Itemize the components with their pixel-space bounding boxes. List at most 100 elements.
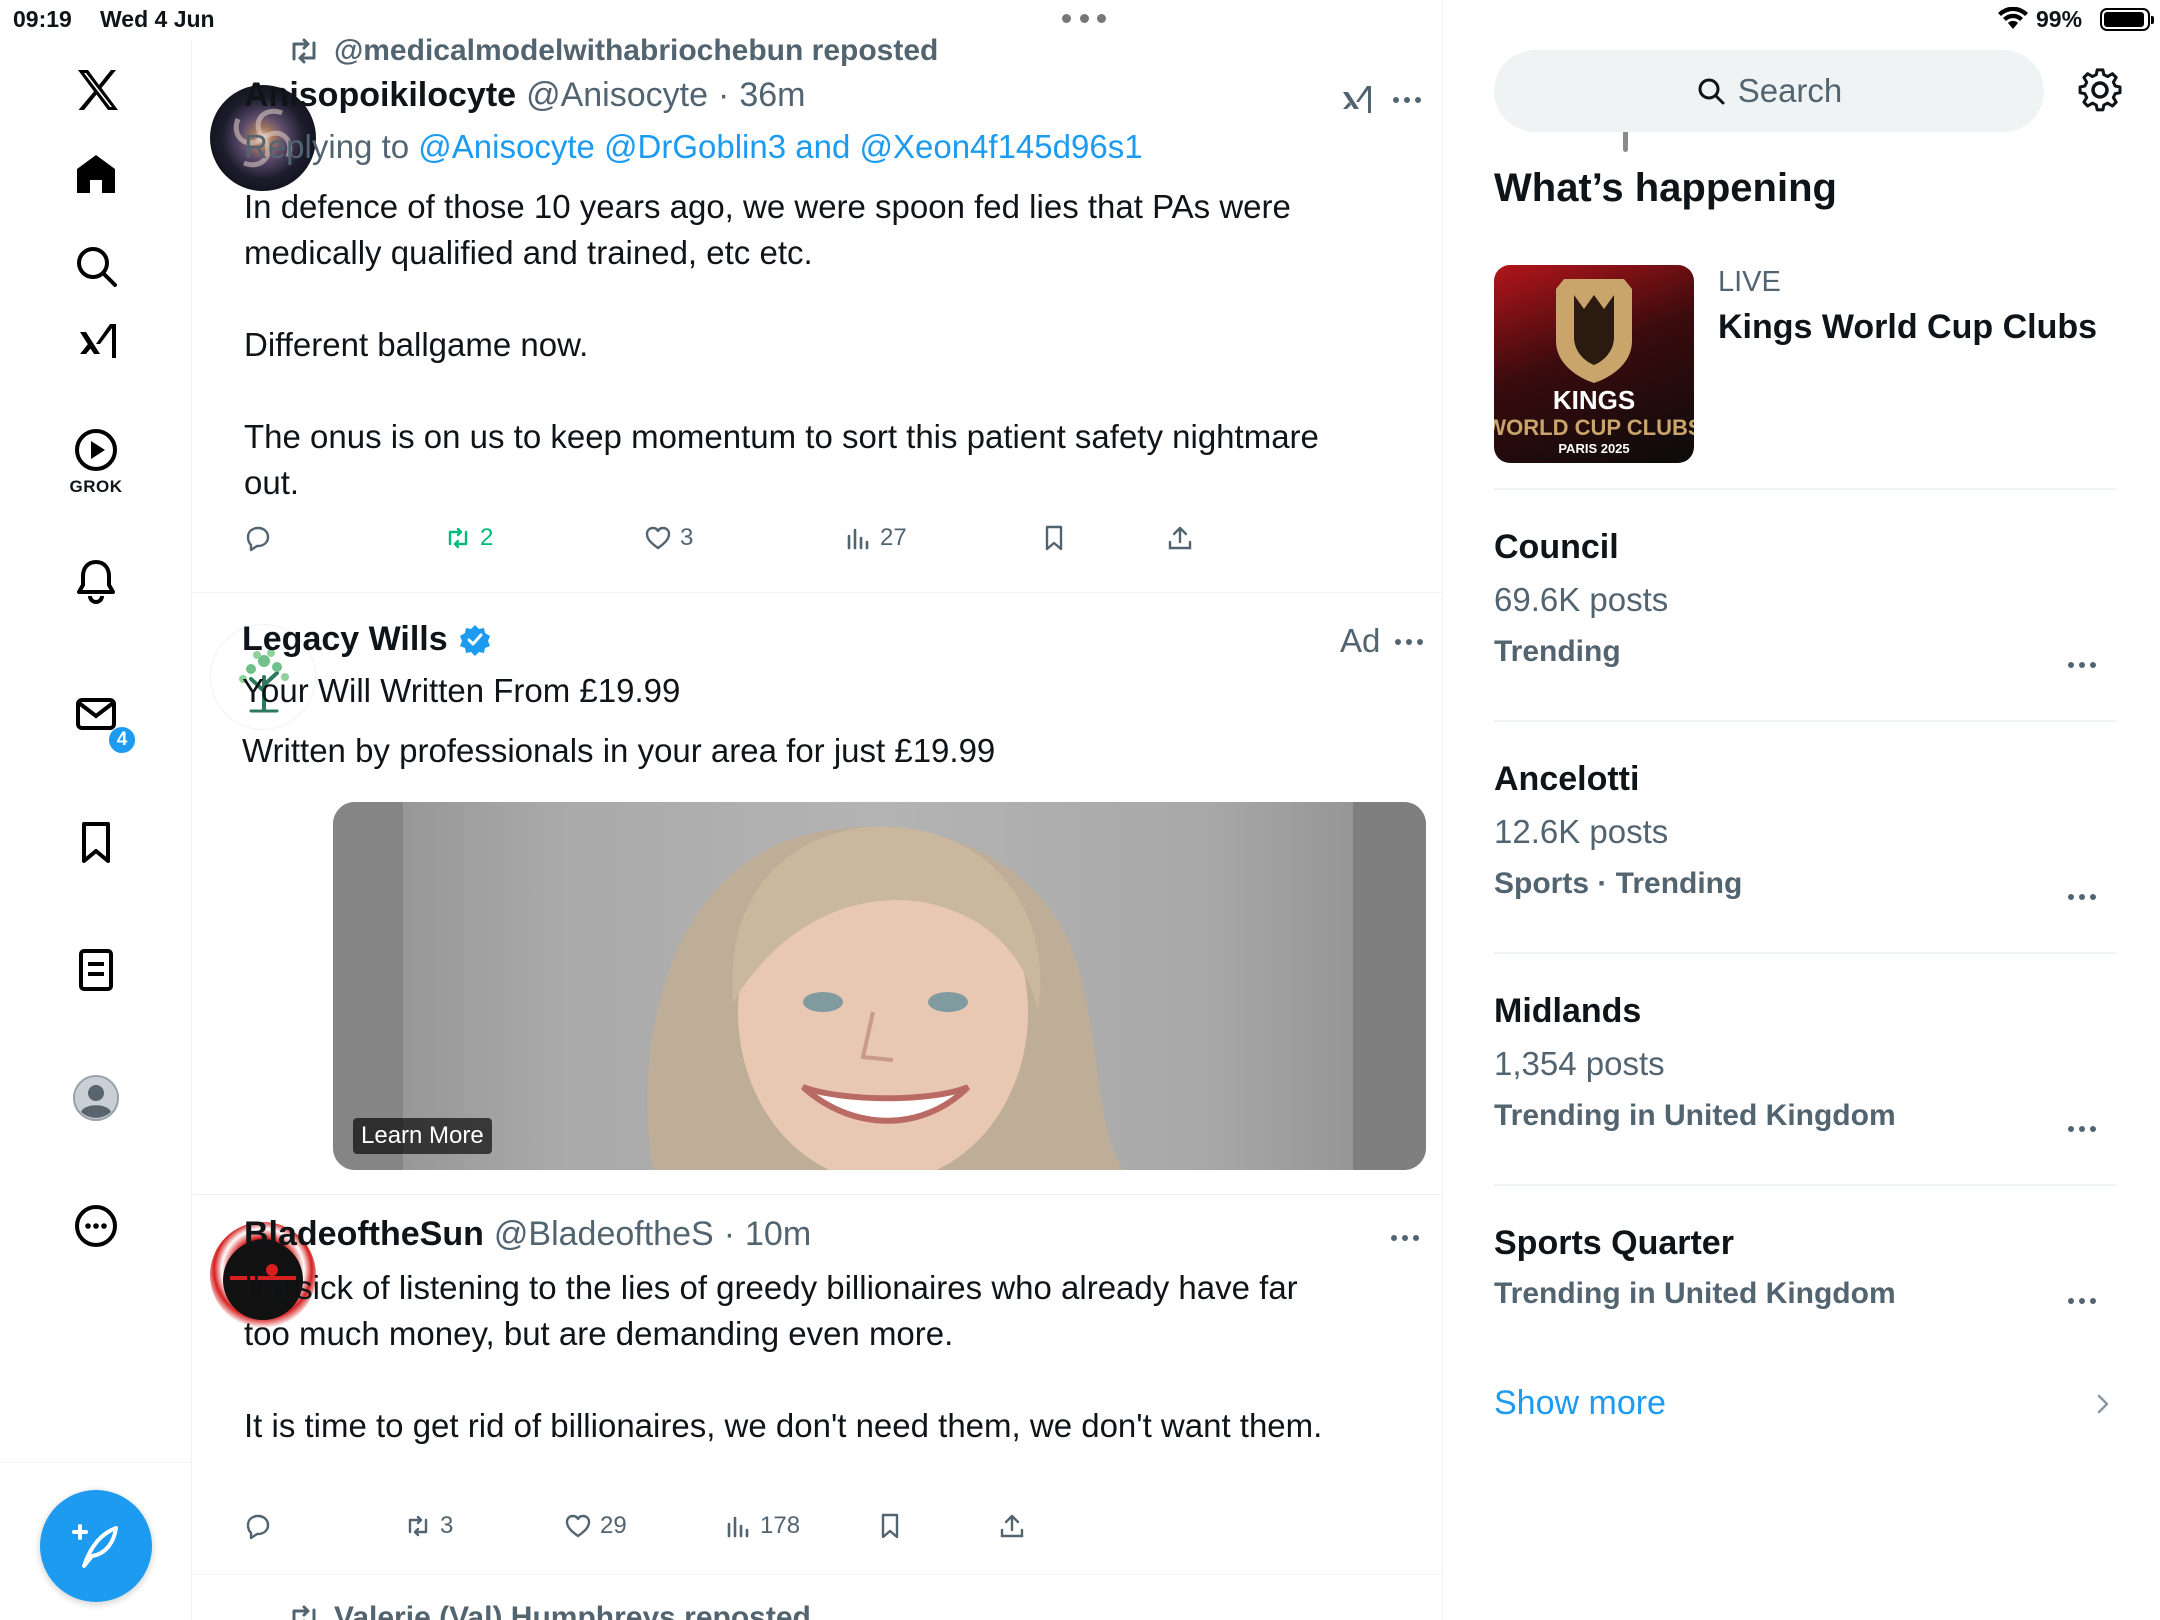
search-placeholder: Search: [1737, 72, 1843, 109]
trend-name: Council: [1494, 528, 1619, 566]
compose-feather-icon: [72, 1524, 118, 1568]
bookmark-button[interactable]: [1040, 524, 1068, 552]
tweet1-paragraph: Different ballgame now.: [244, 326, 589, 363]
next-repost-context[interactable]: Valerie (Val) Humphreys reposted: [286, 1600, 811, 1620]
ad-image[interactable]: Learn More: [333, 802, 1426, 1170]
show-more-link[interactable]: Show more: [1494, 1384, 1666, 1423]
like-button[interactable]: 3: [644, 524, 693, 552]
trend-name: Midlands: [1494, 992, 1642, 1030]
repost-count: 2: [480, 524, 494, 551]
kings-world-cup-image[interactable]: KINGS WORLD CUP CLUBS PARIS 2025: [1494, 265, 1694, 463]
repost-context-text: @medicalmodelwithabriochebun reposted: [334, 34, 939, 67]
reply-button[interactable]: [244, 524, 272, 552]
compose-post-button[interactable]: [40, 1490, 152, 1602]
verified-badge-icon: [459, 624, 490, 656]
repost-icon: [448, 527, 468, 549]
chevron-right-icon[interactable]: [2093, 1392, 2113, 1416]
more-options-icon[interactable]: [56, 1186, 136, 1266]
kings-logo-line2: WORLD CUP CLUBS: [1494, 415, 1694, 440]
trend-posts: 1,354 posts: [1494, 1045, 1665, 1082]
grok-icon[interactable]: [56, 302, 136, 382]
tweet1-paragraph: In defence of those 10 years ago, we wer…: [244, 188, 1291, 271]
views-button[interactable]: 27: [844, 524, 907, 552]
ad-label: Ad: [1340, 622, 1381, 659]
share-icon: [1168, 526, 1192, 550]
search-icon[interactable]: [56, 226, 136, 306]
trend-meta: Trending in United Kingdom: [1494, 1099, 1896, 1132]
grok-analyze-icon[interactable]: [1338, 82, 1374, 118]
ad-portrait-photo: [333, 802, 1426, 1170]
search-icon: [1698, 78, 1725, 105]
kings-logo-line3: PARIS 2025: [1558, 441, 1629, 456]
reply-button[interactable]: [244, 1512, 272, 1540]
live-event-title[interactable]: Kings World Cup Clubs: [1718, 308, 2097, 347]
home-icon[interactable]: [56, 134, 136, 214]
x-logo-icon[interactable]: [56, 50, 136, 130]
kings-logo-line1: KINGS: [1553, 385, 1635, 415]
bookmark-button[interactable]: [876, 1512, 904, 1540]
settings-gear-icon[interactable]: [2078, 68, 2122, 112]
trend-item[interactable]: Sports Quarter Trending in United Kingdo…: [1494, 1224, 2116, 1311]
trend-divider: [1494, 1184, 2116, 1186]
tweet2-display-name[interactable]: BladeoftheSun: [244, 1215, 484, 1254]
trend-more-icon[interactable]: [2068, 662, 2096, 668]
like-button[interactable]: 29: [564, 1512, 627, 1540]
bookmark-icon: [881, 1513, 899, 1539]
trend-item[interactable]: Midlands 1,354 posts Trending in United …: [1494, 992, 2116, 1133]
repost-button[interactable]: 2: [444, 524, 493, 552]
tweet-divider: [193, 1194, 1443, 1195]
video-play-icon[interactable]: [56, 410, 136, 490]
tweet2-more-icon[interactable]: [1391, 1235, 1419, 1241]
learn-more-button[interactable]: Learn More: [353, 1118, 492, 1154]
share-button[interactable]: [1166, 524, 1194, 552]
reply-icon: [246, 526, 270, 552]
ad-more-icon[interactable]: [1395, 639, 1423, 645]
separator-dot: ·: [723, 1215, 736, 1253]
whats-happening-title: What’s happening: [1494, 166, 1837, 210]
profile-avatar-icon[interactable]: [56, 1058, 136, 1138]
trend-posts: 69.6K posts: [1494, 581, 1669, 618]
bookmarks-icon[interactable]: [56, 802, 136, 882]
views-count: 178: [760, 1512, 801, 1539]
lists-icon[interactable]: [56, 930, 136, 1010]
ad-subline: Written by professionals in your area fo…: [242, 732, 996, 769]
tweet2-body: I'm sick of listening to the lies of gre…: [244, 1265, 1334, 1449]
trend-divider: [1494, 488, 2116, 490]
trend-meta: Trending in United Kingdom: [1494, 1277, 1896, 1310]
share-button[interactable]: [998, 1512, 1026, 1540]
repost-context[interactable]: @medicalmodelwithabriochebun reposted: [286, 33, 938, 69]
views-button[interactable]: 178: [724, 1512, 800, 1540]
tweet2-author-info: BladeoftheSun @BladeoftheS · 10m: [244, 1215, 811, 1254]
trend-meta: Trending: [1494, 635, 1621, 668]
share-icon: [1000, 1514, 1024, 1538]
tweet1-handle[interactable]: @Anisocyte: [526, 76, 708, 115]
tweet1-author-info: Anisopoikilocyte @Anisocyte · 36m: [244, 76, 805, 115]
replying-mentions[interactable]: @Anisocyte @DrGoblin3 and @Xeon4f145d96s…: [418, 128, 1142, 165]
tweet1-time[interactable]: 36m: [739, 76, 805, 115]
trend-more-icon[interactable]: [2068, 1126, 2096, 1132]
trend-item[interactable]: Council 69.6K posts Trending: [1494, 528, 2116, 669]
like-count: 3: [680, 524, 694, 551]
trend-item[interactable]: Ancelotti 12.6K posts Sports · Trending: [1494, 760, 2116, 901]
tweet2-paragraph: I'm sick of listening to the lies of gre…: [244, 1269, 1298, 1352]
trend-more-icon[interactable]: [2068, 894, 2096, 900]
repost-button[interactable]: 3: [404, 1512, 453, 1540]
tweet2-handle[interactable]: @BladeoftheS: [494, 1215, 714, 1254]
views-count: 27: [880, 524, 907, 551]
tweet-divider: [193, 592, 1443, 593]
tweet1-more-icon[interactable]: [1393, 97, 1421, 103]
tweet2-paragraph: It is time to get rid of billionaires, w…: [244, 1407, 1323, 1444]
ad-author: Legacy Wills: [242, 620, 492, 659]
tweet2-time[interactable]: 10m: [745, 1215, 811, 1254]
status-time: 09:19: [13, 6, 72, 32]
repost-count: 3: [440, 1512, 454, 1539]
messages-envelope-icon[interactable]: [56, 674, 136, 754]
ad-display-name[interactable]: Legacy Wills: [242, 620, 448, 659]
trend-more-icon[interactable]: [2068, 1298, 2096, 1304]
notifications-bell-icon[interactable]: [56, 540, 136, 620]
left-navigation: GROK 4: [0, 40, 192, 1620]
tweet1-actions: 2 3 27: [244, 524, 1344, 564]
heart-icon: [565, 1514, 591, 1538]
tweet1-display-name[interactable]: Anisopoikilocyte: [244, 76, 516, 115]
search-input[interactable]: Search: [1494, 50, 2044, 132]
